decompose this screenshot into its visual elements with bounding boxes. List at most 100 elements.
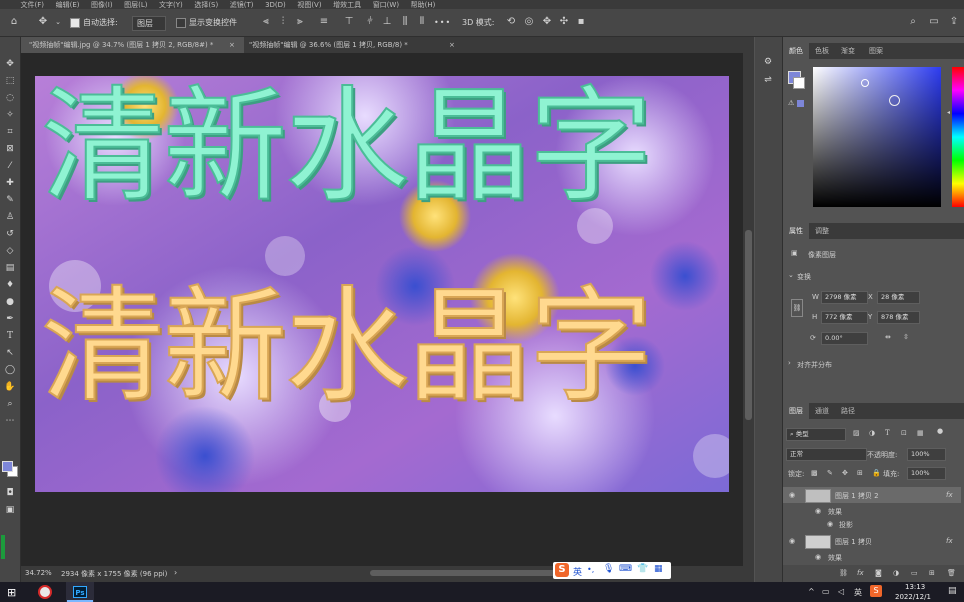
more-options-button[interactable]: •••	[434, 15, 451, 30]
document-canvas[interactable]: 清新水晶字 清新水晶字	[35, 76, 729, 492]
close-icon[interactable]: ×	[449, 37, 455, 53]
distribute-v-icon[interactable]: ⫼	[399, 16, 411, 28]
ime-lang-toggle[interactable]: 英	[573, 565, 582, 578]
zoom-level[interactable]: 34.72%	[25, 569, 52, 577]
tab-properties[interactable]: 属性	[783, 223, 809, 239]
menu-3d[interactable]: 3D(D)	[265, 1, 286, 9]
fill-field[interactable]: 100%	[907, 467, 946, 480]
fx-icon[interactable]: fx	[946, 491, 953, 499]
menu-view[interactable]: 视图(V)	[297, 1, 321, 9]
web-safe-color-chip[interactable]	[797, 100, 804, 107]
taskbar-lang[interactable]: 英	[854, 587, 862, 598]
flip-vertical-icon[interactable]: ⇳	[903, 333, 909, 341]
adjustment-layer-icon[interactable]: ◑	[893, 569, 899, 577]
eye-icon[interactable]: ◉	[815, 553, 821, 561]
auto-select-checkbox[interactable]: 自动选择:	[70, 15, 118, 30]
crop-tool-icon[interactable]: ⌗	[2, 125, 18, 139]
3d-orbit-icon[interactable]: ⟲	[505, 16, 517, 28]
3d-slide-icon[interactable]: ✣	[558, 16, 570, 28]
add-mask-icon[interactable]: ◙	[875, 569, 882, 577]
filter-adjust-icon[interactable]: ◑	[869, 429, 875, 437]
align-center-icon[interactable]: ⫶	[277, 16, 289, 28]
background-color-chip[interactable]	[793, 77, 805, 89]
lock-transparent-icon[interactable]: ▩	[811, 469, 818, 477]
history-panel-icon[interactable]: ⚙	[760, 55, 776, 69]
keyboard-icon[interactable]: ⌨	[619, 564, 632, 574]
distribute-icon[interactable]: ≡	[318, 16, 330, 28]
eyedropper-icon[interactable]: ⁄	[2, 159, 18, 173]
marquee-tool-icon[interactable]: ⬚	[2, 74, 18, 88]
color-field[interactable]	[813, 67, 941, 207]
gradient-tool-icon[interactable]: ▤	[2, 261, 18, 275]
blend-mode-dropdown[interactable]: 正常	[786, 448, 867, 461]
color-picker-ring-2[interactable]	[889, 95, 900, 106]
filter-type-icon[interactable]: T	[885, 429, 890, 437]
y-field[interactable]: 878 像素	[877, 311, 920, 324]
healing-brush-icon[interactable]: ✚	[2, 176, 18, 190]
notification-icon[interactable]: ▤	[948, 586, 957, 596]
pen-tool-icon[interactable]: ✒	[2, 312, 18, 326]
path-select-icon[interactable]: ↖	[2, 346, 18, 360]
menu-edit[interactable]: 编辑(E)	[56, 1, 80, 9]
hand-tool-icon[interactable]: ✋	[2, 380, 18, 394]
chevron-right-icon[interactable]: ›	[788, 359, 791, 367]
magic-wand-icon[interactable]: ✧	[2, 108, 18, 122]
sogou-logo-icon[interactable]: S	[555, 563, 569, 577]
eye-icon[interactable]: ◉	[789, 537, 795, 545]
3d-pan-icon[interactable]: ✥	[541, 16, 553, 28]
layer-row[interactable]: ◉ 图层 1 拷贝 fx	[783, 533, 961, 549]
chevron-down-icon[interactable]: ⌄	[788, 271, 794, 279]
blur-tool-icon[interactable]: ♦	[2, 278, 18, 292]
tab-color[interactable]: 颜色	[783, 43, 809, 59]
effects-row[interactable]: ◉ 效果	[783, 549, 961, 565]
new-layer-icon[interactable]: ⊞	[929, 569, 935, 577]
lock-all-icon[interactable]: 🔒	[872, 469, 881, 477]
filter-toggle-icon[interactable]: ●	[937, 427, 943, 435]
menu-select[interactable]: 选择(S)	[194, 1, 218, 9]
trash-icon[interactable]: 🗑	[947, 569, 956, 577]
tab-swatches[interactable]: 色板	[809, 43, 835, 59]
menu-type[interactable]: 文字(Y)	[159, 1, 183, 9]
tab-document-2[interactable]: "视频抽帧"编辑 @ 36.6% (图层 1 拷贝, RGB/8) * ×	[241, 37, 455, 53]
vertical-scroll-thumb[interactable]	[745, 230, 752, 420]
layer-filter-dropdown[interactable]: ⌕ 类型	[786, 428, 846, 441]
zoom-tool-icon[interactable]: ⌕	[2, 397, 18, 411]
status-menu-arrow[interactable]: ›	[174, 568, 177, 577]
distribute-h-icon[interactable]: ⫴	[416, 16, 428, 28]
eraser-tool-icon[interactable]: ◇	[2, 244, 18, 258]
windows-start-icon[interactable]: ⊞	[7, 586, 16, 599]
home-icon[interactable]: ⌂	[8, 16, 20, 28]
layer-row[interactable]: ◉ 图层 1 拷贝 2 fx	[783, 487, 961, 503]
move-tool-icon[interactable]: ✥	[37, 16, 49, 28]
filter-shape-icon[interactable]: ⊡	[901, 429, 907, 437]
tab-adjustments[interactable]: 调整	[809, 223, 835, 239]
tray-arrow-icon[interactable]: ^	[808, 587, 815, 596]
lock-position-icon[interactable]: ✥	[842, 469, 848, 477]
microphone-icon[interactable]: 🎙	[603, 564, 614, 574]
menu-filter[interactable]: 滤镜(T)	[230, 1, 254, 9]
hue-slider[interactable]	[952, 67, 964, 207]
menu-window[interactable]: 窗口(W)	[373, 1, 399, 9]
toolbox-icon[interactable]: ▦	[654, 564, 663, 574]
hue-slider-arrow-icon[interactable]: ◂	[947, 109, 950, 116]
eye-icon[interactable]: ◉	[789, 491, 795, 499]
width-field[interactable]: 2798 像素	[821, 291, 868, 304]
clock-time[interactable]: 13:13	[905, 583, 925, 591]
clone-stamp-icon[interactable]: ♙	[2, 210, 18, 224]
add-style-icon[interactable]: fx	[857, 569, 864, 577]
network-icon[interactable]: ▭	[822, 587, 830, 596]
eye-icon[interactable]: ◉	[827, 520, 833, 528]
type-tool-icon[interactable]: T	[2, 329, 18, 343]
align-left-icon[interactable]: ⫷	[260, 16, 272, 28]
3d-roll-icon[interactable]: ◎	[523, 16, 535, 28]
foreground-color-swatch[interactable]	[2, 461, 13, 472]
align-middle-icon[interactable]: ⫩	[364, 16, 376, 28]
height-field[interactable]: 772 像素	[821, 311, 868, 324]
menu-help[interactable]: 帮助(H)	[411, 1, 436, 9]
move-tool-icon[interactable]: ✥	[2, 57, 18, 71]
sogou-tray-icon[interactable]: S	[870, 585, 882, 597]
ime-punct-toggle[interactable]: •,	[587, 565, 594, 574]
fx-icon[interactable]: fx	[946, 537, 953, 545]
screen-mode-icon[interactable]: ▣	[2, 503, 18, 517]
record-app-icon[interactable]	[38, 585, 52, 599]
